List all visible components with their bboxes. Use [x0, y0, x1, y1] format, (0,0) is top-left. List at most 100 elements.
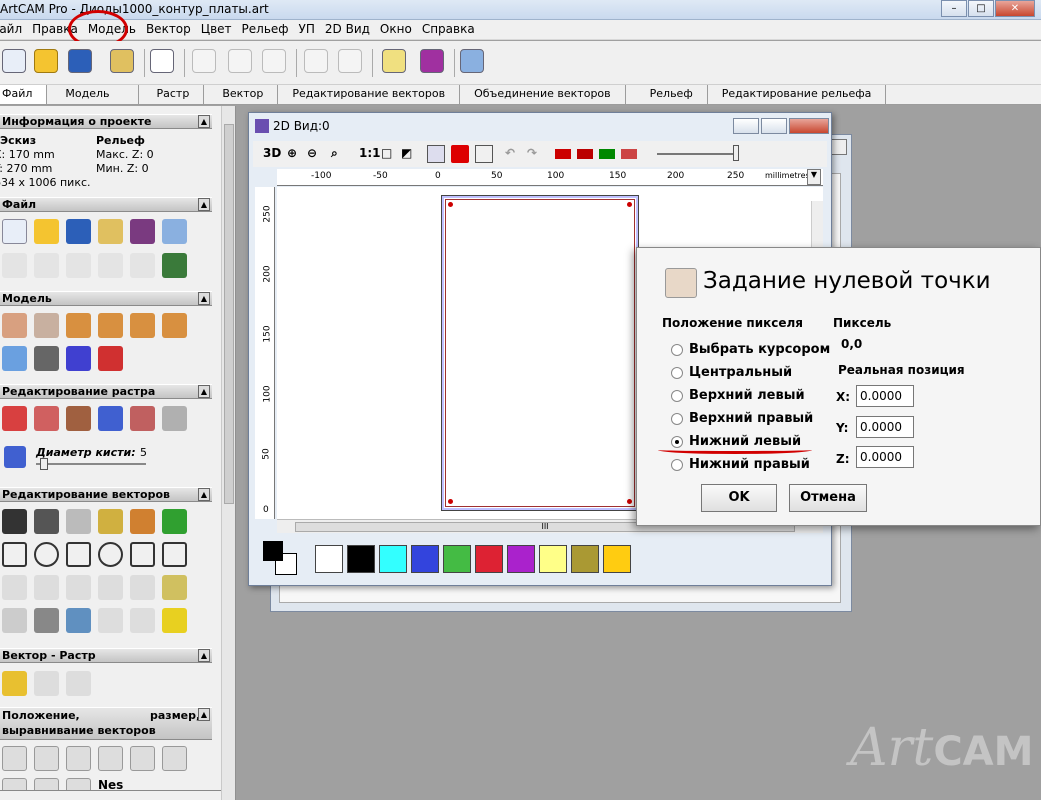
import-image-icon[interactable]	[110, 49, 138, 77]
palette-swatch[interactable]	[603, 545, 631, 573]
menu-color[interactable]: Цвет	[196, 20, 237, 39]
grid-icon[interactable]	[162, 253, 187, 278]
node-grid-icon[interactable]	[599, 149, 615, 159]
bottom-tabs[interactable]	[0, 790, 221, 800]
align-right-icon[interactable]	[66, 746, 91, 771]
close-button[interactable]: ✕	[995, 0, 1035, 17]
menu-help[interactable]: Справка	[417, 20, 480, 39]
grayscale-icon[interactable]	[34, 346, 59, 371]
shading-slider-thumb[interactable]	[733, 145, 739, 161]
ellipse-icon[interactable]	[98, 542, 123, 567]
arc-icon[interactable]	[34, 575, 59, 600]
palette-swatch[interactable]	[507, 545, 535, 573]
collapse-arrow-icon[interactable]: ▲	[198, 115, 210, 128]
option-top-left[interactable]: Верхний левый	[689, 388, 805, 403]
raster-toggle-icon[interactable]	[475, 145, 493, 163]
option-center[interactable]: Центральный	[689, 365, 792, 380]
redo-icon[interactable]	[34, 253, 59, 278]
layers-icon[interactable]	[66, 346, 91, 371]
tab-vector-edit[interactable]: Редактирование векторов	[278, 85, 461, 104]
active-colors[interactable]	[263, 541, 299, 575]
node-edit-icon[interactable]	[34, 509, 59, 534]
copy-icon[interactable]	[228, 49, 256, 77]
palette-swatch[interactable]	[379, 545, 407, 573]
copy-icon[interactable]	[98, 253, 123, 278]
open-folder-icon[interactable]	[34, 219, 59, 244]
undo-icon[interactable]	[2, 253, 27, 278]
bitmap-to-vector-icon[interactable]	[66, 671, 91, 696]
rectangle-icon[interactable]	[2, 542, 27, 567]
option-pick-cursor[interactable]: Выбрать курсором	[689, 342, 830, 357]
section-vector-edit[interactable]: Редактирование векторов ▲	[0, 487, 212, 502]
new-file-icon[interactable]	[2, 219, 27, 244]
undo-icon[interactable]	[304, 49, 332, 77]
trim-icon[interactable]	[98, 608, 123, 633]
align-center-icon[interactable]	[34, 746, 59, 771]
fillet-icon[interactable]	[130, 608, 155, 633]
wizard-icon[interactable]	[162, 219, 187, 244]
pencil-icon[interactable]	[2, 406, 27, 431]
paste-icon[interactable]	[262, 49, 290, 77]
gradient-icon[interactable]	[162, 406, 187, 431]
star-icon[interactable]	[162, 542, 187, 567]
redo-icon[interactable]	[338, 49, 366, 77]
bear-icon[interactable]	[130, 313, 155, 338]
palette-icon[interactable]	[66, 406, 91, 431]
spiral-icon[interactable]	[162, 575, 187, 600]
view-close-button[interactable]	[789, 118, 829, 134]
bezier-icon[interactable]	[130, 575, 155, 600]
zoom-box-icon[interactable]: ⌕	[331, 146, 338, 161]
add-icon[interactable]	[162, 509, 187, 534]
collapse-arrow-icon[interactable]: ▲	[198, 292, 210, 305]
align-middle-icon[interactable]	[130, 746, 155, 771]
z-field[interactable]: 0.0000	[856, 446, 914, 468]
tab-raster[interactable]: Растр	[139, 85, 205, 104]
node-align-icon[interactable]	[577, 149, 593, 159]
section-raster-edit[interactable]: Редактирование растра ▲	[0, 384, 212, 399]
align-bottom-icon[interactable]	[162, 746, 187, 771]
section-vector-raster[interactable]: Вектор - Растр ▲	[0, 648, 212, 663]
zoom-1-1-button[interactable]: 1:1	[359, 146, 381, 160]
menu-vector[interactable]: Вектор	[141, 20, 196, 39]
collapse-arrow-icon[interactable]: ▲	[198, 198, 210, 211]
view-3d-button[interactable]: 3D	[263, 146, 281, 160]
cylinder-icon[interactable]	[66, 608, 91, 633]
text-icon[interactable]	[130, 509, 155, 534]
undo-icon[interactable]: ↶	[505, 146, 515, 160]
y-field[interactable]: 0.0000	[856, 416, 914, 438]
tab-relief[interactable]: Рельеф	[626, 85, 708, 104]
radio-top-right[interactable]	[671, 413, 683, 425]
tab-vector-merge[interactable]: Объединение векторов	[460, 85, 626, 104]
fit-model-icon[interactable]: ◩	[401, 146, 412, 160]
circle-icon[interactable]	[34, 542, 59, 567]
bear-icon[interactable]	[162, 313, 187, 338]
node-icon[interactable]	[555, 149, 571, 159]
x-field[interactable]: 0.0000	[856, 385, 914, 407]
node-snap-icon[interactable]	[621, 149, 637, 159]
view-maximize-button[interactable]	[761, 118, 787, 134]
option-bottom-right[interactable]: Нижний правый	[689, 457, 810, 472]
bear-icon[interactable]	[66, 313, 91, 338]
view-minimize-button[interactable]	[733, 118, 759, 134]
grid-point-icon[interactable]	[2, 346, 27, 371]
tab-relief-edit[interactable]: Редактирование рельефа	[708, 85, 887, 104]
palette-swatch[interactable]	[347, 545, 375, 573]
tab-vector[interactable]: Вектор	[204, 85, 279, 104]
collapse-arrow-icon[interactable]: ▲	[198, 708, 210, 721]
menu-2d-view[interactable]: 2D Вид	[320, 20, 375, 39]
redo-icon[interactable]: ↷	[527, 146, 537, 160]
transform-icon[interactable]	[66, 509, 91, 534]
collapse-arrow-icon[interactable]: ▲	[198, 385, 210, 398]
menu-relief[interactable]: Рельеф	[237, 20, 294, 39]
section-project-info[interactable]: Информация о проекте ▲	[0, 114, 212, 129]
tab-file[interactable]: Файл	[0, 85, 48, 104]
save-icon[interactable]	[66, 219, 91, 244]
radio-top-left[interactable]	[671, 390, 683, 402]
set-origin-icon[interactable]	[34, 313, 59, 338]
new-file-icon[interactable]	[2, 49, 30, 77]
import-image-icon[interactable]	[98, 219, 123, 244]
polygon-icon[interactable]	[130, 542, 155, 567]
maximize-button[interactable]: □	[968, 0, 994, 17]
polyline-icon[interactable]	[2, 575, 27, 600]
lamp-icon[interactable]	[98, 346, 123, 371]
